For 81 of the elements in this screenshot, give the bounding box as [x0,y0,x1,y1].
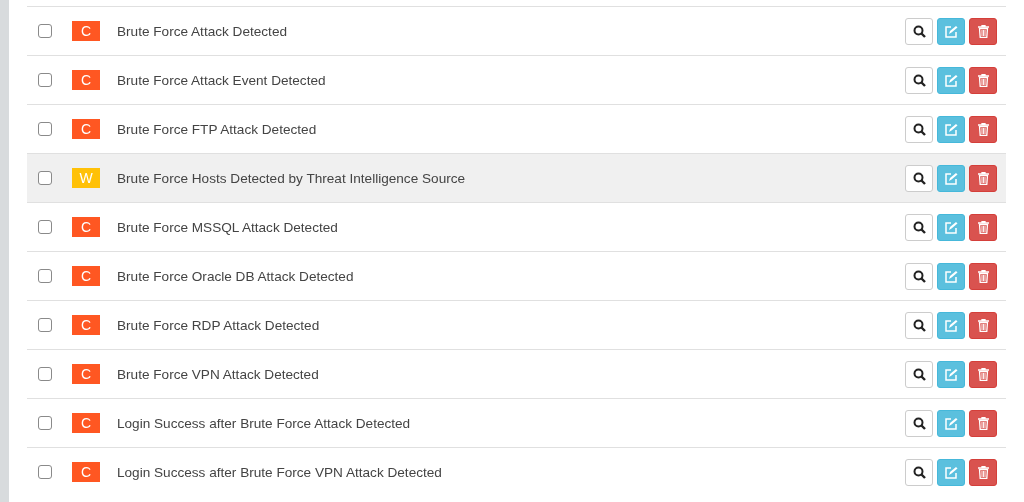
search-icon [912,171,926,185]
trash-icon [977,318,989,332]
checkbox[interactable] [38,367,52,381]
trash-icon [977,171,989,185]
trash-icon [977,24,989,38]
delete-button[interactable] [969,66,997,94]
checkbox[interactable] [38,73,52,87]
search-icon [912,269,926,283]
search-icon [912,24,926,38]
trash-icon [977,122,989,136]
edit-icon [944,24,958,38]
search-button[interactable] [905,409,933,437]
delete-button[interactable] [969,409,997,437]
rule-name: Brute Force VPN Attack Detected [117,366,320,382]
severity-badge: C [72,364,100,384]
trash-icon [977,367,989,381]
search-button[interactable] [905,66,933,94]
severity-badge: C [72,21,100,41]
rule-name: Brute Force Hosts Detected by Threat Intelligence Source [117,170,467,186]
delete-button[interactable] [969,17,997,45]
table-row[interactable]: W Brute Force Hosts Detected by Threat Intelligence Source [27,153,1006,202]
edit-icon [944,122,958,136]
checkbox[interactable] [38,318,52,332]
edit-icon [944,318,958,332]
rule-name: Brute Force Oracle DB Attack Detected [117,268,355,284]
delete-button[interactable] [969,115,997,143]
rule-name: Brute Force FTP Attack Detected [117,121,318,137]
rule-name: Login Success after Brute Force VPN Attack Detected [117,464,443,480]
trash-icon [977,269,989,283]
search-icon [912,73,926,87]
search-button[interactable] [905,458,933,486]
rule-name: Brute Force Attack Detected [117,23,288,39]
rule-name: Brute Force MSSQL Attack Detected [117,219,339,235]
trash-icon [977,73,989,87]
edit-icon [944,269,958,283]
checkbox[interactable] [38,24,52,38]
checkbox[interactable] [38,171,52,185]
severity-badge: C [72,315,100,335]
search-button[interactable] [905,262,933,290]
trash-icon [977,220,989,234]
severity-badge: C [72,462,100,482]
severity-badge: C [72,217,100,237]
edit-icon [944,171,958,185]
search-icon [912,220,926,234]
severity-badge: C [72,413,100,433]
edit-icon [944,416,958,430]
checkbox[interactable] [38,269,52,283]
search-button[interactable] [905,311,933,339]
checkbox[interactable] [38,465,52,479]
delete-button[interactable] [969,262,997,290]
delete-button[interactable] [969,458,997,486]
trash-icon [977,416,989,430]
rule-name: Login Success after Brute Force Attack Detected [117,415,412,431]
rule-name: Brute Force Attack Event Detected [117,72,327,88]
search-button[interactable] [905,164,933,192]
trash-icon [977,465,989,479]
search-button[interactable] [905,115,933,143]
severity-badge: C [72,119,100,139]
edit-icon [944,73,958,87]
checkbox[interactable] [38,416,52,430]
search-icon [912,416,926,430]
search-icon [912,122,926,136]
rule-name: Brute Force RDP Attack Detected [117,317,321,333]
search-button[interactable] [905,360,933,388]
delete-button[interactable] [969,213,997,241]
severity-badge: C [72,70,100,90]
severity-badge: C [72,266,100,286]
search-icon [912,465,926,479]
search-button[interactable] [905,17,933,45]
search-icon [912,367,926,381]
edit-icon [944,220,958,234]
search-button[interactable] [905,213,933,241]
delete-button[interactable] [969,164,997,192]
search-icon [912,318,926,332]
severity-badge: W [72,168,100,188]
checkbox[interactable] [38,220,52,234]
edit-icon [944,465,958,479]
delete-button[interactable] [969,311,997,339]
delete-button[interactable] [969,360,997,388]
edit-icon [944,367,958,381]
checkbox[interactable] [38,122,52,136]
